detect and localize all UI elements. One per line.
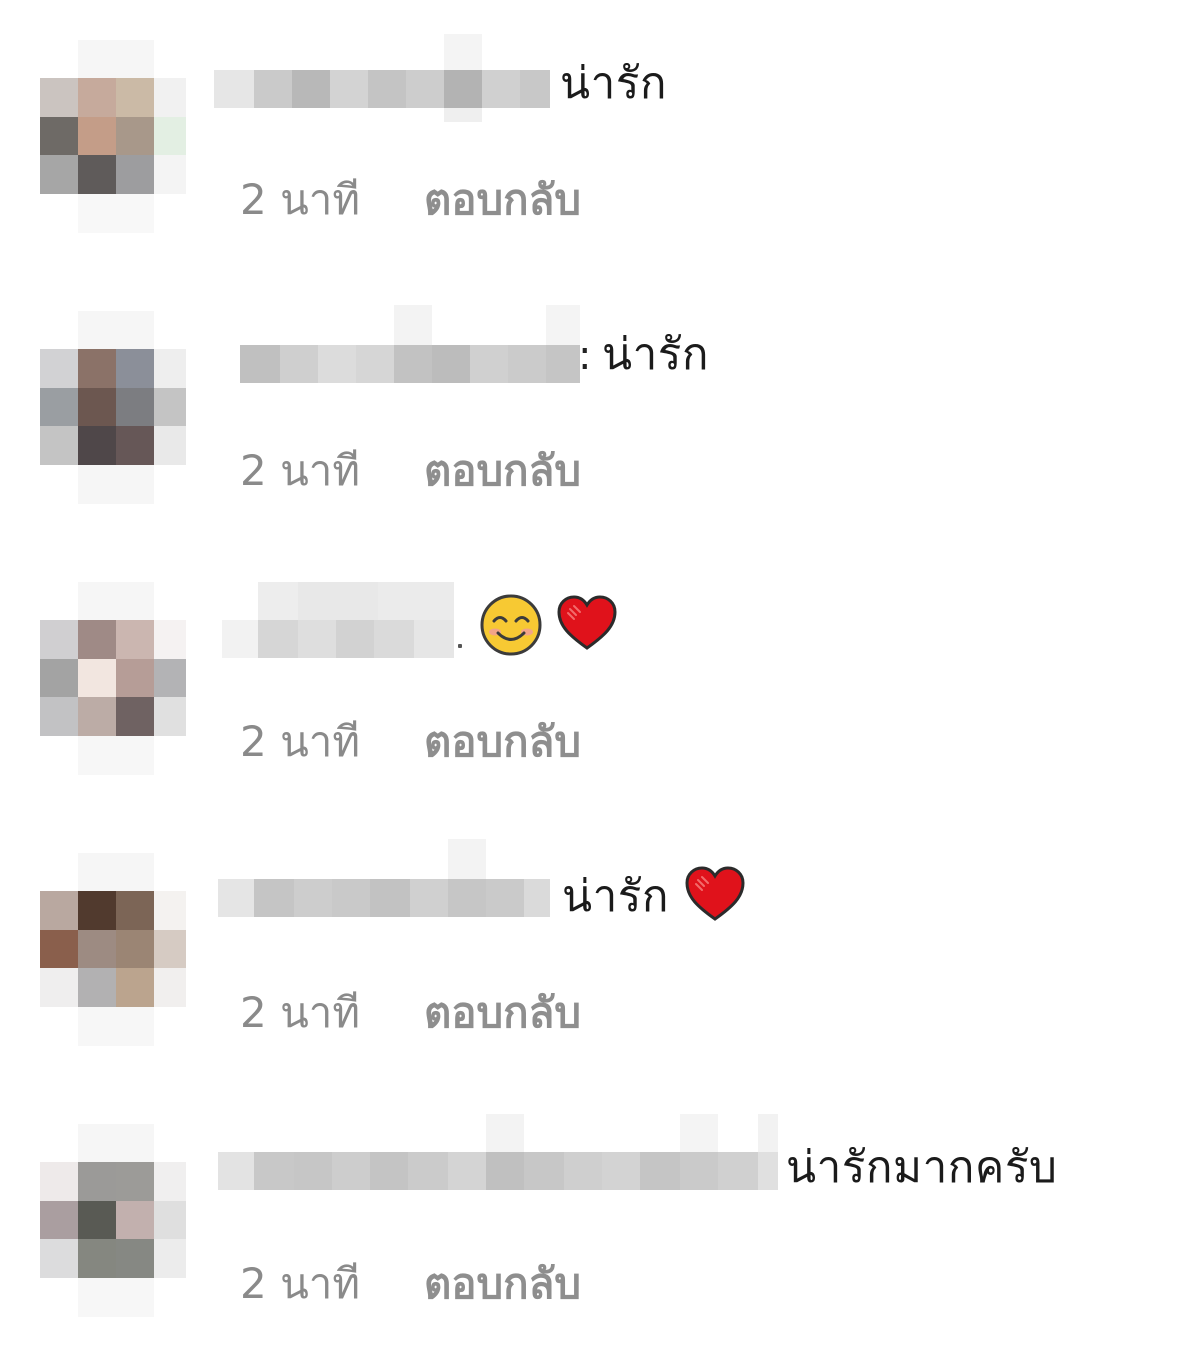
username-blurred[interactable] [222,582,458,668]
comment-item: : น่ารัก 2 นาที ตอบกลับ [0,271,1200,542]
comment-item: น่ารักมากครับ 2 นาที ตอบกลับ [0,1084,1200,1355]
comment-timestamp: 2 นาที [240,717,361,766]
username-blurred[interactable] [214,34,550,122]
username-blurred[interactable] [240,305,580,391]
comment-timestamp: 2 นาที [240,1259,361,1308]
comment-item: น่ารัก 2 นาที ตอบกลับ [0,0,1200,271]
comment-text: น่ารัก [602,329,710,380]
reply-button[interactable]: ตอบกลับ [424,991,581,1035]
reply-button[interactable]: ตอบกลับ [424,449,581,493]
comment-timestamp: 2 นาที [240,988,361,1037]
comment-timestamp: 2 นาที [240,175,361,224]
red-heart-emoji [557,595,617,650]
comment-item: 2 นาที ตอบกลับ [0,542,1200,813]
avatar[interactable] [40,40,186,233]
comment-text: น่ารัก [560,58,668,109]
colon-separator: : [578,333,592,379]
avatar[interactable] [40,1124,186,1317]
reply-button[interactable]: ตอบกลับ [424,1262,581,1306]
period-separator [458,644,462,648]
red-heart-emoji [685,866,745,921]
comment-text: น่ารัก [562,871,670,922]
reply-button[interactable]: ตอบกลับ [424,178,581,222]
avatar[interactable] [40,853,186,1046]
username-blurred[interactable] [218,839,550,925]
comment-timestamp: 2 นาที [240,446,361,495]
comment-item: น่ารัก 2 นาที ตอบกลับ [0,813,1200,1084]
reply-button[interactable]: ตอบกลับ [424,720,581,764]
username-blurred[interactable] [218,1114,778,1200]
smiling-face-emoji [480,594,542,656]
avatar[interactable] [40,582,186,775]
comment-text: น่ารักมากครับ [786,1142,1058,1193]
avatar[interactable] [40,311,186,504]
